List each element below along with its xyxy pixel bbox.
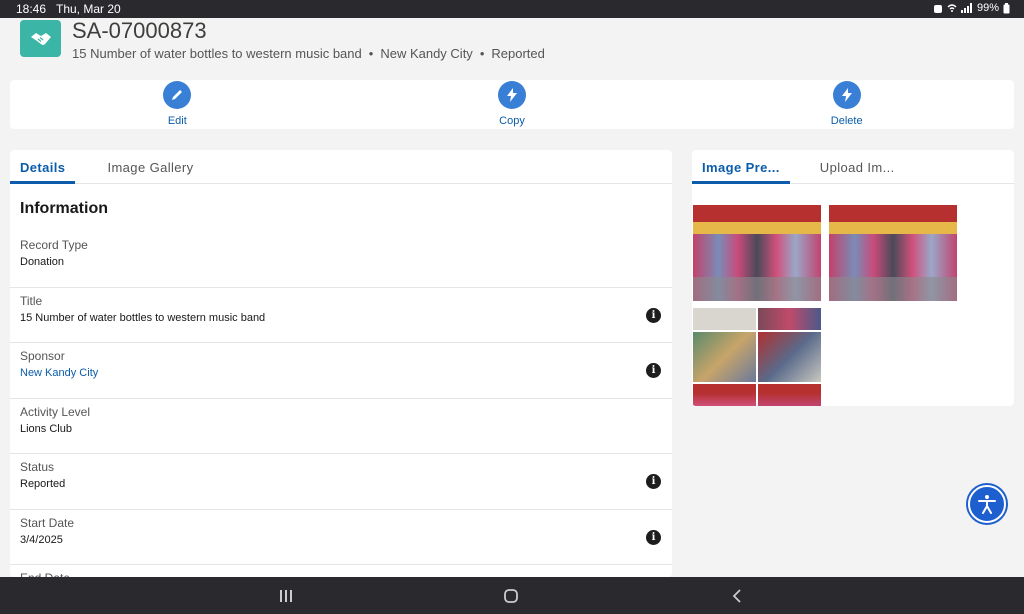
subtitle-separator: •	[368, 46, 374, 61]
handshake-icon	[20, 20, 61, 57]
battery-icon	[1003, 2, 1010, 13]
accessibility-button[interactable]	[968, 485, 1006, 523]
preview-photo[interactable]	[829, 205, 957, 301]
field-label: Title	[20, 293, 43, 308]
pencil-icon	[163, 81, 192, 109]
status-time: 18:46	[16, 2, 47, 16]
info-icon[interactable]: i	[646, 529, 661, 545]
wifi-icon	[947, 4, 957, 12]
alarm-icon	[933, 4, 942, 13]
status-date: Thu, Mar 20	[56, 2, 121, 16]
field-end-date: End Date i	[10, 565, 672, 577]
field-value: 15 Number of water bottles to western mu…	[20, 311, 266, 324]
details-tabs: Details Image Gallery	[10, 150, 672, 184]
recents-button[interactable]	[274, 586, 298, 606]
accessibility-icon	[978, 495, 996, 514]
field-record-type: Record Type Donation	[10, 232, 672, 288]
tab-image-gallery[interactable]: Image Gallery	[97, 150, 203, 184]
lightning-icon	[498, 81, 526, 109]
field-label: End Date	[20, 565, 662, 577]
status-bar: 18:46 Thu, Mar 20 99%	[0, 0, 1024, 18]
field-activity-level: Activity Level Lions Club	[10, 399, 672, 454]
lightning-icon	[832, 81, 861, 109]
preview-photo[interactable]	[693, 205, 821, 301]
field-value: Lions Club	[20, 422, 72, 435]
delete-button[interactable]: Delete	[679, 80, 1014, 129]
field-value: Donation	[20, 256, 65, 268]
section-title: Information	[20, 200, 108, 217]
subtitle-sponsor: New Kandy City	[380, 46, 473, 61]
battery-percent: 99%	[976, 2, 999, 14]
back-button[interactable]	[725, 586, 749, 606]
field-title: Title 15 Number of water bottles to west…	[10, 288, 672, 343]
edit-button[interactable]: Edit	[10, 80, 345, 129]
field-label: Record Type	[20, 238, 88, 252]
field-status: Status Reported i	[10, 454, 672, 510]
tab-upload-image[interactable]: Upload Im...	[810, 150, 905, 184]
field-label: Activity Level	[20, 404, 91, 419]
subtitle-status: Reported	[491, 46, 545, 61]
info-icon[interactable]: i	[646, 474, 661, 489]
field-start-date: Start Date 3/4/2025 i	[10, 510, 672, 565]
delete-label: Delete	[830, 115, 863, 127]
record-header: SA-07000873 15 Number of water bottles t…	[0, 18, 1024, 70]
record-title: SA-07000873	[72, 18, 207, 43]
subtitle-separator: •	[479, 46, 485, 61]
tab-image-preview[interactable]: Image Pre...	[692, 150, 790, 184]
record-subtitle: 15 Number of water bottles to western mu…	[72, 46, 545, 61]
field-label: Start Date	[20, 515, 75, 530]
edit-label: Edit	[167, 115, 187, 127]
details-card: Details Image Gallery Information Record…	[10, 150, 672, 577]
action-bar: Edit Copy Delete	[10, 80, 1014, 129]
tab-details[interactable]: Details	[10, 150, 76, 184]
image-tabs: Image Pre... Upload Im...	[692, 150, 1014, 184]
back-icon	[732, 589, 741, 603]
field-label: Sponsor	[20, 349, 65, 363]
recents-icon	[280, 590, 292, 602]
copy-label: Copy	[499, 115, 525, 127]
preview-photo-collage[interactable]	[692, 308, 822, 406]
copy-button[interactable]: Copy	[345, 80, 680, 129]
info-icon[interactable]: i	[646, 307, 661, 323]
sponsor-link[interactable]: New Kandy City	[20, 367, 662, 379]
image-preview-card: Image Pre... Upload Im...	[692, 150, 1014, 406]
subtitle-title: 15 Number of water bottles to western mu…	[72, 46, 362, 61]
navigation-bar	[0, 577, 1024, 614]
signal-icon	[960, 3, 972, 13]
field-label: Status	[20, 460, 55, 474]
home-button[interactable]	[499, 586, 523, 606]
info-icon[interactable]: i	[646, 363, 661, 378]
status-indicators: 99%	[933, 2, 1010, 14]
field-value: 3/4/2025	[20, 533, 63, 546]
field-value: Reported	[20, 478, 66, 490]
field-sponsor: Sponsor New Kandy City i	[10, 343, 672, 399]
home-icon	[504, 589, 518, 603]
